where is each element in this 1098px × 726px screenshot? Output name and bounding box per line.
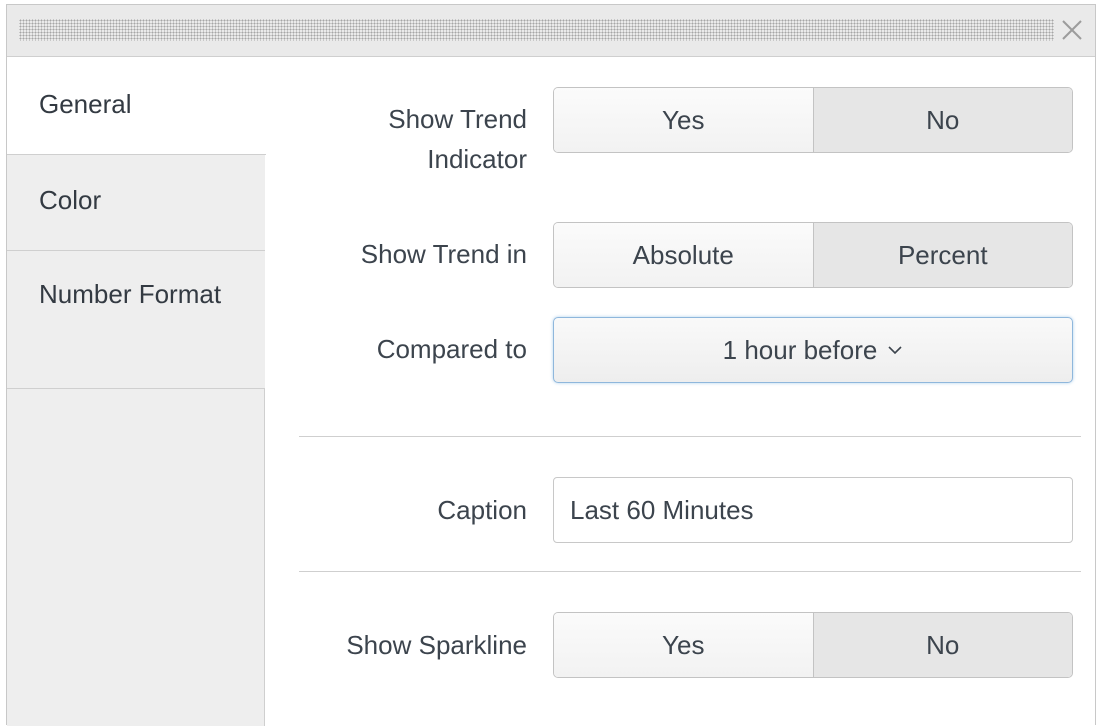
section-divider bbox=[299, 436, 1081, 437]
trend-absolute-button[interactable]: Absolute bbox=[554, 223, 814, 287]
format-dialog: General Color Number Format Show Trend I… bbox=[6, 4, 1096, 726]
trend-in-toggle: Absolute Percent bbox=[553, 222, 1073, 288]
sparkline-label: Show Sparkline bbox=[346, 630, 527, 660]
trend-percent-button[interactable]: Percent bbox=[813, 223, 1072, 287]
dialog-titlebar[interactable] bbox=[7, 5, 1095, 57]
compared-to-label: Compared to bbox=[376, 334, 527, 364]
sparkline-toggle: Yes No bbox=[553, 612, 1073, 678]
sidebar-item-number-format[interactable]: Number Format bbox=[7, 251, 265, 389]
trend-indicator-label-text: Show Trend Indicator bbox=[388, 104, 527, 174]
compared-to-value: 1 hour before bbox=[722, 334, 878, 365]
trend-indicator-label: Show Trend Indicator bbox=[265, 99, 527, 179]
close-icon[interactable] bbox=[1057, 15, 1087, 45]
sidebar-item-general[interactable]: General bbox=[7, 57, 266, 155]
trend-in-label: Show Trend in bbox=[360, 239, 527, 269]
sidebar-item-color[interactable]: Color bbox=[7, 155, 265, 251]
trend-indicator-toggle: Yes No bbox=[553, 87, 1073, 153]
trend-indicator-no-button[interactable]: No bbox=[813, 88, 1072, 152]
section-divider bbox=[299, 571, 1081, 572]
settings-sidebar: General Color Number Format bbox=[7, 57, 266, 726]
settings-content: Show Trend Indicator Yes No Show Trend i… bbox=[265, 57, 1095, 726]
trend-indicator-yes-button[interactable]: Yes bbox=[554, 88, 814, 152]
chevron-down-icon bbox=[888, 346, 902, 355]
sparkline-yes-button[interactable]: Yes bbox=[554, 613, 814, 677]
drag-handle-grip[interactable] bbox=[19, 19, 1054, 41]
caption-input[interactable] bbox=[553, 477, 1073, 543]
compared-to-dropdown[interactable]: 1 hour before bbox=[553, 317, 1073, 383]
caption-label: Caption bbox=[437, 495, 527, 525]
sparkline-no-button[interactable]: No bbox=[813, 613, 1072, 677]
